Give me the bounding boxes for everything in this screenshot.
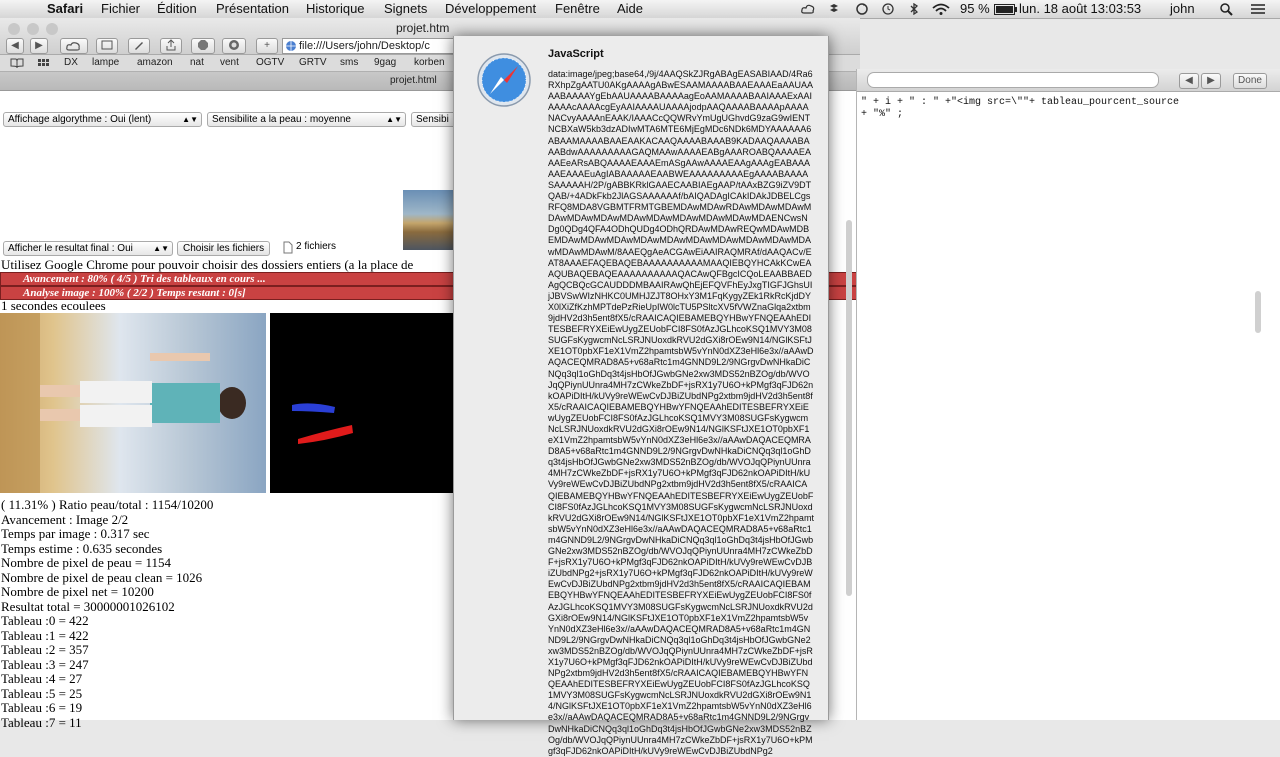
address-bar[interactable]: file:///Users/john/Desktop/c bbox=[282, 38, 470, 54]
cloud-sync-icon[interactable] bbox=[801, 3, 815, 15]
icloud-tabs-button[interactable] bbox=[60, 38, 88, 54]
source-photo bbox=[0, 313, 266, 493]
menu-edition[interactable]: Édition bbox=[157, 1, 197, 16]
back-button[interactable]: ◀ bbox=[6, 38, 24, 54]
menu-aide[interactable]: Aide bbox=[617, 1, 643, 16]
select-skin-value: Sensibilite a la peau : moyenne bbox=[212, 114, 351, 125]
bookmark-lampe[interactable]: lampe bbox=[92, 57, 119, 68]
reading-list-icon[interactable] bbox=[10, 58, 24, 68]
bookmark-grtv[interactable]: GRTV bbox=[299, 57, 327, 68]
mask-shapes bbox=[292, 403, 353, 444]
bookmark-ogtv[interactable]: OGTV bbox=[256, 57, 284, 68]
book-icon bbox=[101, 40, 113, 50]
top-sites-icon[interactable] bbox=[37, 58, 49, 68]
thumbnail-image bbox=[403, 190, 453, 250]
pencil-icon bbox=[135, 42, 143, 50]
bookmark-9gag[interactable]: 9gag bbox=[374, 57, 396, 68]
elapsed-time: 1 secondes ecoulees bbox=[1, 298, 106, 313]
javascript-alert-dialog: JavaScript data:image/jpeg;base64,/9j/4A… bbox=[453, 36, 829, 756]
select-skin-sensitivity[interactable]: Sensibilite a la peau : moyenne ▲▼ bbox=[207, 112, 406, 127]
sidebar-button[interactable] bbox=[96, 38, 118, 54]
chrome-note: Utilisez Google Chrome pour pouvoir choi… bbox=[1, 257, 414, 272]
choose-files-button[interactable]: Choisir les fichiers bbox=[177, 241, 271, 256]
bookmark-dx[interactable]: DX bbox=[64, 57, 78, 68]
adblock-button[interactable] bbox=[191, 38, 215, 54]
select-final-result[interactable]: Afficher le resultat final : Oui ▲▼ bbox=[3, 241, 173, 256]
select-skin-sensitivity-2[interactable]: Sensibi bbox=[411, 112, 459, 127]
notification-center-icon[interactable] bbox=[1250, 3, 1266, 15]
sync-icon[interactable] bbox=[855, 2, 869, 16]
battery-percent: 95 % bbox=[960, 1, 990, 16]
new-tab-button[interactable]: + bbox=[256, 38, 278, 54]
dialog-message: data:image/jpeg;base64,/9j/4AAQSkZJRgABA… bbox=[548, 69, 814, 756]
extension-icon bbox=[229, 40, 239, 50]
share-button[interactable] bbox=[160, 38, 182, 54]
select-arrows-icon: ▲▼ bbox=[386, 115, 402, 124]
tab-projet[interactable]: projet.html bbox=[390, 75, 437, 86]
wifi-icon[interactable] bbox=[932, 3, 950, 15]
url-text: file:///Users/john/Desktop/c bbox=[299, 40, 430, 52]
bookmark-korben[interactable]: korben bbox=[414, 57, 445, 68]
bookmark-amazon[interactable]: amazon bbox=[137, 57, 173, 68]
bookmark-vent[interactable]: vent bbox=[220, 57, 239, 68]
dropbox-icon[interactable] bbox=[828, 3, 840, 15]
menu-presentation[interactable]: Présentation bbox=[216, 1, 289, 16]
select-skin2-value: Sensibi bbox=[416, 114, 449, 125]
zoom-button[interactable] bbox=[46, 23, 58, 35]
inspector-scrollbar[interactable] bbox=[1255, 291, 1261, 333]
menu-clock[interactable]: lun. 18 août 13:03:53 bbox=[1019, 1, 1141, 16]
progress-sorting-text: Avancement : 80% ( 4/5 ) Tri des tableau… bbox=[23, 273, 266, 285]
web-inspector-panel: ◀ ▶ Done " + i + " : " +"<img src=\""+ t… bbox=[856, 69, 1280, 720]
bookmark-sms[interactable]: sms bbox=[340, 57, 358, 68]
select-algorithm-value: Affichage algorythme : Oui (lent) bbox=[8, 114, 152, 125]
window-title: projet.htm bbox=[396, 21, 450, 35]
menu-fichier[interactable]: Fichier bbox=[101, 1, 140, 16]
menu-fenetre[interactable]: Fenêtre bbox=[555, 1, 600, 16]
spotlight-icon[interactable] bbox=[1220, 3, 1233, 16]
inspector-toolbar: ◀ ▶ Done bbox=[857, 69, 1280, 92]
file-icon bbox=[283, 241, 293, 254]
close-button[interactable] bbox=[8, 23, 20, 35]
code-line-1: " + i + " : " +"<img src=\""+ tableau_po… bbox=[861, 97, 1180, 108]
time-machine-icon[interactable] bbox=[881, 3, 895, 15]
extension-button[interactable] bbox=[222, 38, 246, 54]
battery-icon[interactable] bbox=[994, 4, 1018, 15]
cloud-icon bbox=[66, 42, 80, 51]
user-name[interactable]: john bbox=[1170, 1, 1195, 16]
code-line-2: + "%" ; bbox=[861, 109, 904, 120]
stat-table-7: Tableau :7 = 11 bbox=[1, 714, 82, 730]
share-icon bbox=[166, 39, 176, 51]
dialog-title: JavaScript bbox=[548, 48, 604, 60]
dialog-scrollbar[interactable] bbox=[846, 220, 852, 596]
inspector-done-button[interactable]: Done bbox=[1233, 73, 1267, 89]
select-arrows-icon: ▲▼ bbox=[153, 244, 169, 253]
adblock-icon bbox=[198, 40, 208, 50]
select-arrows-icon: ▲▼ bbox=[182, 115, 198, 124]
files-count: 2 fichiers bbox=[296, 241, 337, 252]
inspector-next-button[interactable]: ▶ bbox=[1201, 73, 1221, 89]
menu-developpement[interactable]: Développement bbox=[445, 1, 536, 16]
annotate-button[interactable] bbox=[128, 38, 150, 54]
select-algorithm-display[interactable]: Affichage algorythme : Oui (lent) ▲▼ bbox=[3, 112, 202, 127]
forward-button[interactable]: ▶ bbox=[30, 38, 48, 54]
inspector-prev-button[interactable]: ◀ bbox=[1179, 73, 1199, 89]
person-figure bbox=[0, 313, 246, 493]
menu-historique[interactable]: Historique bbox=[306, 1, 365, 16]
bluetooth-icon[interactable] bbox=[908, 3, 920, 15]
menu-bar: Safari Fichier Édition Présentation Hist… bbox=[0, 0, 1280, 19]
skin-mask-result bbox=[270, 313, 453, 493]
globe-icon bbox=[286, 41, 296, 51]
inspector-search-field[interactable] bbox=[867, 72, 1159, 88]
safari-compass-icon bbox=[477, 53, 531, 107]
menu-app-safari[interactable]: Safari bbox=[47, 1, 83, 16]
bookmark-nat[interactable]: nat bbox=[190, 57, 204, 68]
minimize-button[interactable] bbox=[27, 23, 39, 35]
menu-signets[interactable]: Signets bbox=[384, 1, 427, 16]
select-result-value: Afficher le resultat final : Oui bbox=[8, 243, 133, 254]
